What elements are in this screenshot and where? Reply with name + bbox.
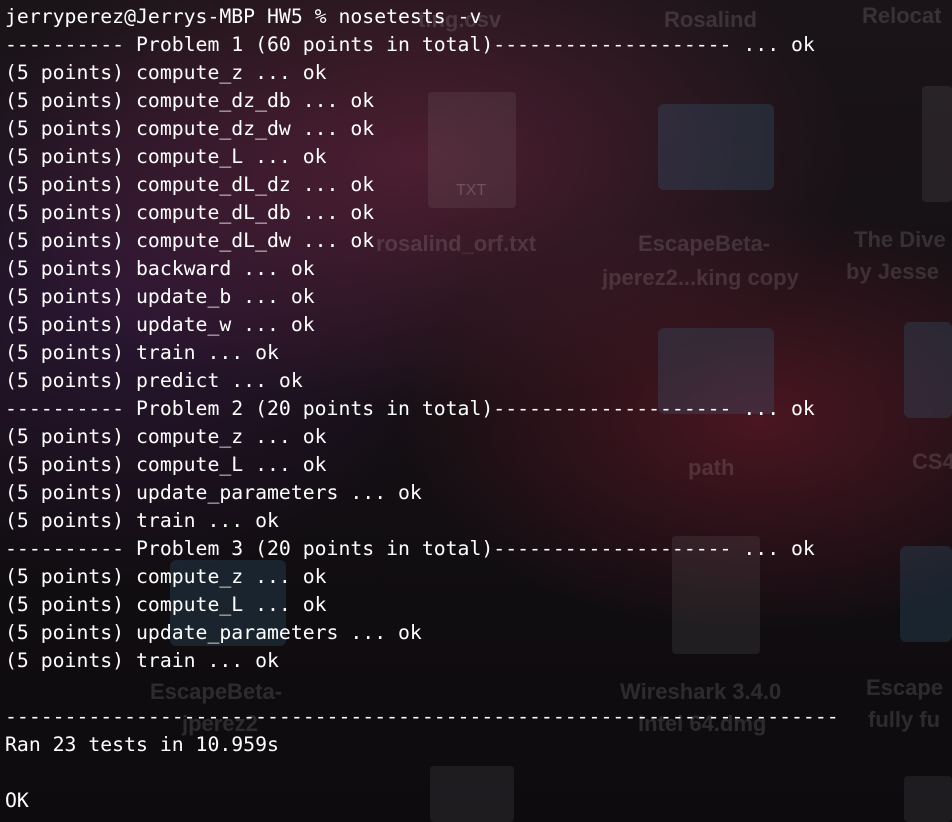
terminal-line: (5 points) compute_L ... ok bbox=[5, 593, 327, 616]
terminal-line: (5 points) train ... ok bbox=[5, 341, 279, 364]
terminal-line: (5 points) compute_dz_dw ... ok bbox=[5, 117, 375, 140]
terminal-line: (5 points) compute_L ... ok bbox=[5, 453, 327, 476]
terminal-prompt: jerryperez@Jerrys-MBP HW5 % nosetests -v bbox=[5, 5, 482, 28]
terminal-line: (5 points) update_parameters ... ok bbox=[5, 481, 422, 504]
terminal-line: (5 points) train ... ok bbox=[5, 509, 279, 532]
terminal-line: (5 points) compute_L ... ok bbox=[5, 145, 327, 168]
terminal-line: (5 points) compute_z ... ok bbox=[5, 425, 327, 448]
terminal-line: (5 points) update_b ... ok bbox=[5, 285, 315, 308]
terminal-line: (5 points) compute_dL_dz ... ok bbox=[5, 173, 375, 196]
terminal-line: (5 points) compute_dL_dw ... ok bbox=[5, 229, 375, 252]
terminal-line: ---------- Problem 2 (20 points in total… bbox=[5, 397, 815, 420]
terminal-line: (5 points) backward ... ok bbox=[5, 257, 315, 280]
terminal-window[interactable]: jerryperez@Jerrys-MBP HW5 % nosetests -v… bbox=[0, 0, 952, 822]
terminal-line: ---------- Problem 1 (60 points in total… bbox=[5, 33, 815, 56]
terminal-separator: ----------------------------------------… bbox=[5, 705, 839, 728]
terminal-line: (5 points) compute_z ... ok bbox=[5, 565, 327, 588]
terminal-result: OK bbox=[5, 789, 29, 812]
terminal-line: (5 points) compute_dL_db ... ok bbox=[5, 201, 375, 224]
terminal-line: (5 points) update_parameters ... ok bbox=[5, 621, 422, 644]
terminal-line: (5 points) predict ... ok bbox=[5, 369, 303, 392]
terminal-line: (5 points) compute_z ... ok bbox=[5, 61, 327, 84]
terminal-line: (5 points) update_w ... ok bbox=[5, 313, 315, 336]
terminal-line: (5 points) compute_dz_db ... ok bbox=[5, 89, 375, 112]
terminal-summary: Ran 23 tests in 10.959s bbox=[5, 733, 279, 756]
terminal-line: ---------- Problem 3 (20 points in total… bbox=[5, 537, 815, 560]
terminal-line: (5 points) train ... ok bbox=[5, 649, 279, 672]
